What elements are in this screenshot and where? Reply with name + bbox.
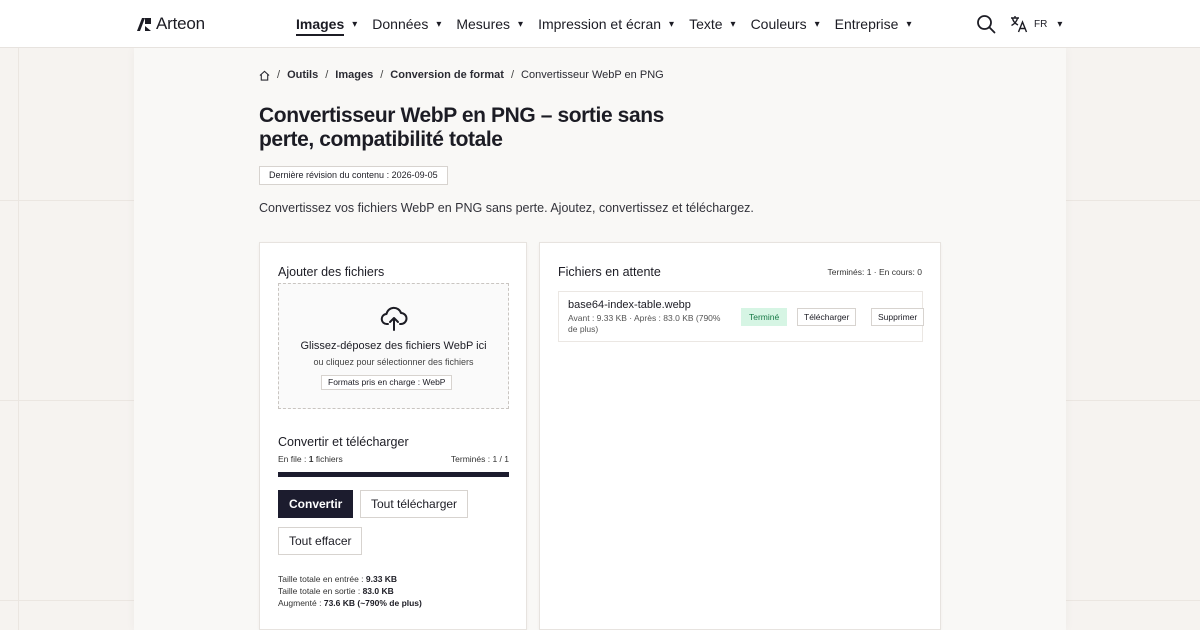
nav-label: Texte — [689, 16, 723, 32]
chevron-down-icon: ▾ — [814, 18, 820, 30]
stat-value: 83.0 KB — [362, 586, 394, 596]
translate-icon — [1011, 16, 1028, 33]
add-files-card: Ajouter des fichiers Glissez-déposez des… — [259, 242, 527, 630]
chevron-down-icon: ▾ — [906, 18, 912, 30]
top-navbar: Arteon Images ▾ Données ▾ Mesures ▾ Impress… — [0, 0, 1200, 48]
file-name: base64-index-table.webp — [568, 299, 691, 311]
breadcrumb-current: Convertisseur WebP en PNG — [521, 69, 664, 81]
nav-item-images[interactable]: Images ▾ — [296, 0, 357, 48]
pending-heading: Fichiers en attente — [558, 265, 661, 279]
breadcrumb-separator: / — [325, 69, 329, 81]
home-icon[interactable] — [259, 70, 270, 81]
stat-input-size: Taille totale en entrée : 9.33 KB — [278, 573, 422, 585]
breadcrumb-separator: / — [277, 69, 281, 81]
list-item: base64-index-table.webp Avant : 9.33 KB … — [558, 291, 925, 342]
file-dropzone[interactable]: Glissez-déposez des fichiers WebP ici ou… — [278, 283, 509, 409]
stat-output-size: Taille totale en sortie : 83.0 KB — [278, 585, 422, 597]
chevron-down-icon: ▾ — [436, 18, 442, 30]
nav-item-texte[interactable]: Texte ▾ — [689, 0, 736, 48]
stat-value: 73.6 KB (~790% de plus) — [323, 598, 422, 608]
nav-item-donnees[interactable]: Données ▾ — [372, 0, 441, 48]
logo-icon — [137, 18, 151, 31]
language-code: FR — [1034, 18, 1048, 30]
language-selector[interactable]: FR ▾ — [1010, 15, 1062, 33]
upload-cloud-icon — [380, 306, 408, 331]
queue-status: En file : 1 fichiers Terminés : 1 / 1 — [278, 454, 509, 464]
search-button[interactable] — [976, 14, 996, 34]
progress-fill — [278, 472, 509, 477]
chevron-down-icon: ▾ — [730, 18, 736, 30]
download-file-button[interactable]: Télécharger — [797, 308, 857, 326]
revision-badge: Dernière révision du contenu : 2026-09-0… — [259, 166, 448, 185]
breadcrumb-separator: / — [380, 69, 384, 81]
nav-item-couleurs[interactable]: Couleurs ▾ — [751, 0, 820, 48]
nav-label: Couleurs — [750, 16, 807, 32]
stat-label: Taille totale en sortie : — [278, 586, 363, 596]
breadcrumb: / Outils / Images / Conversion de format… — [259, 69, 664, 81]
stat-increase: Augmenté : 73.6 KB (~790% de plus) — [278, 597, 422, 609]
nav-item-impression[interactable]: Impression et écran ▾ — [538, 0, 674, 48]
stat-value: 9.33 KB — [365, 574, 398, 584]
chevron-down-icon: ▾ — [352, 18, 358, 30]
chevron-down-icon: ▾ — [1057, 18, 1063, 30]
breadcrumb-separator: / — [510, 69, 515, 81]
add-files-heading: Ajouter des fichiers — [278, 265, 385, 279]
stat-label: Taille totale en entrée : — [278, 574, 366, 584]
main-nav: Images ▾ Données ▾ Mesures ▾ Impression et … — [296, 0, 926, 48]
breadcrumb-link-outils[interactable]: Outils — [287, 69, 318, 81]
convert-button[interactable]: Convertir — [278, 490, 354, 518]
breadcrumb-link-conversion[interactable]: Conversion de format — [390, 69, 504, 81]
nav-item-mesures[interactable]: Mesures ▾ — [456, 0, 523, 48]
nav-label: Images — [296, 16, 345, 36]
file-size-meta: Avant : 9.33 KB · Après : 83.0 KB (790% … — [568, 313, 721, 334]
download-all-button[interactable]: Tout télécharger — [360, 490, 469, 518]
status-badge: Terminé — [741, 308, 788, 326]
brand-logo[interactable]: Arteon — [136, 14, 205, 34]
remove-file-button[interactable]: Supprimer — [871, 308, 925, 326]
brand-name: Arteon — [156, 14, 205, 33]
search-icon — [977, 15, 996, 34]
page-lead: Convertissez vos fichiers WebP en PNG sa… — [259, 201, 754, 215]
done-count: Terminés : 1 / 1 — [450, 454, 509, 464]
size-stats: Taille totale en entrée : 9.33 KB Taille… — [278, 573, 422, 609]
chevron-down-icon: ▾ — [669, 18, 675, 30]
nav-label: Mesures — [456, 16, 511, 32]
dropzone-main-text: Glissez-déposez des fichiers WebP ici — [300, 340, 487, 352]
nav-label: Données — [372, 16, 429, 32]
nav-label: Entreprise — [834, 16, 899, 32]
nav-label: Impression et écran — [538, 16, 662, 32]
dropzone-sub-text: ou cliquez pour sélectionner des fichier… — [313, 357, 474, 367]
pending-counts: Terminés: 1 · En cours: 0 — [827, 267, 922, 277]
nav-item-entreprise[interactable]: Entreprise ▾ — [835, 0, 912, 48]
stat-label: Augmenté : — [278, 598, 324, 608]
pending-files-card: Fichiers en attente Terminés: 1 · En cou… — [539, 242, 941, 630]
queue-label: En file : — [278, 454, 309, 464]
page-title: Convertisseur WebP en PNG – sortie sans … — [259, 104, 664, 151]
convert-heading: Convertir et télécharger — [278, 435, 409, 449]
queue-suffix: fichiers — [313, 454, 343, 464]
clear-all-button[interactable]: Tout effacer — [278, 527, 363, 555]
progress-bar — [278, 472, 509, 477]
breadcrumb-link-images[interactable]: Images — [335, 69, 373, 81]
chevron-down-icon: ▾ — [518, 18, 524, 30]
supported-formats-badge: Formats pris en charge : WebP — [321, 375, 453, 390]
